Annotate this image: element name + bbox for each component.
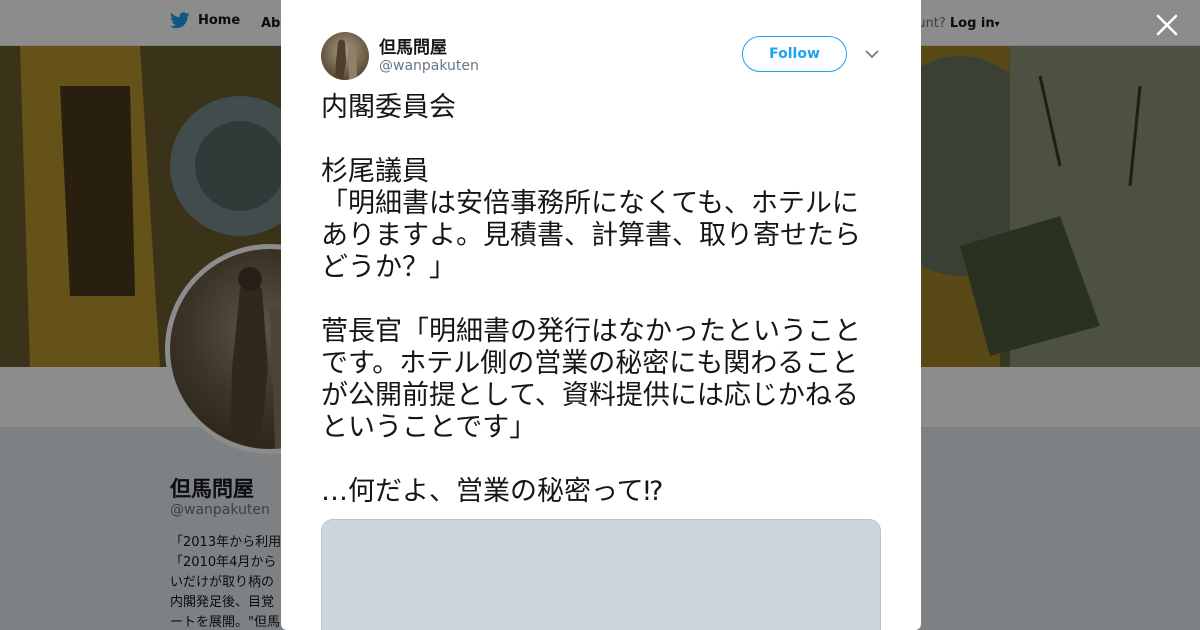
tweet-modal: 但馬問屋 @wanpakuten Follow 内閣委員会 杉尾議員 「明細書は…	[281, 0, 921, 630]
follow-button[interactable]: Follow	[742, 36, 847, 72]
tweet-author-name[interactable]: 但馬問屋	[379, 33, 447, 58]
tweet-media-placeholder[interactable]	[321, 519, 881, 630]
chevron-down-icon[interactable]	[864, 46, 880, 62]
tweet-author-avatar[interactable]	[321, 32, 369, 80]
close-icon[interactable]	[1154, 12, 1180, 38]
author-avatar-figure	[335, 39, 357, 80]
tweet-text: 内閣委員会 杉尾議員 「明細書は安倍事務所になくても、ホテルにありますよ。見積書…	[321, 92, 861, 507]
tweet-author-handle[interactable]: @wanpakuten	[379, 58, 479, 74]
